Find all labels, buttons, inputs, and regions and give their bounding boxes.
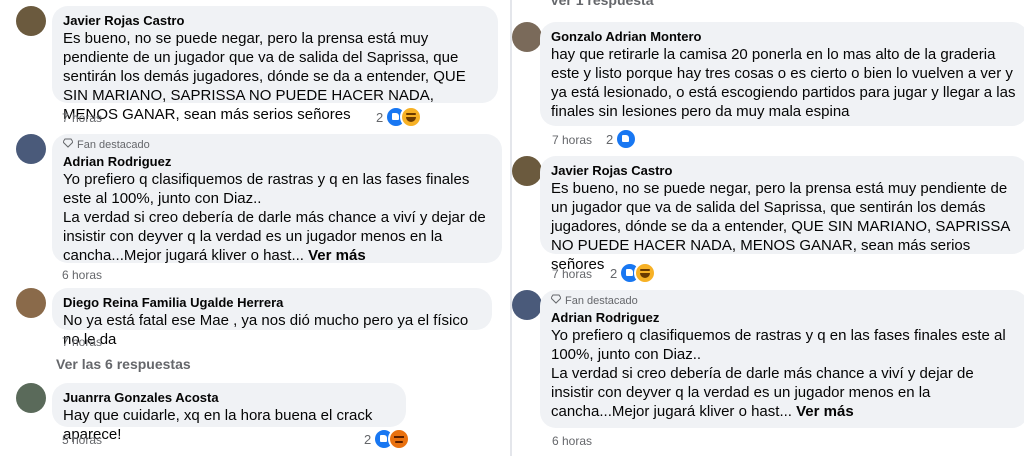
comment-author[interactable]: Adrian Rodriguez bbox=[63, 153, 491, 170]
badge-label: Fan destacado bbox=[565, 294, 638, 307]
diamond-icon bbox=[550, 294, 562, 308]
comment-bubble: Diego Reina Familia Ugalde Herrera No ya… bbox=[52, 288, 492, 348]
see-more-link[interactable]: Ver más bbox=[796, 403, 854, 420]
avatar[interactable] bbox=[16, 6, 46, 36]
comment-author[interactable]: Javier Rojas Castro bbox=[551, 162, 1017, 179]
fan-badge: Fan destacado bbox=[550, 294, 1017, 308]
comment-author[interactable]: Gonzalo Adrian Montero bbox=[551, 28, 1017, 45]
reaction-summary[interactable]: 2 bbox=[610, 262, 657, 284]
comment-text: No ya está fatal ese Mae , ya nos dió mu… bbox=[63, 312, 469, 348]
reaction-count: 2 bbox=[606, 131, 614, 147]
comment-body: Yo prefiero q clasifiquemos de rastras y… bbox=[63, 171, 486, 264]
reaction-summary[interactable]: 2 bbox=[606, 128, 638, 150]
view-reply-link[interactable]: Ver 1 respuesta bbox=[550, 0, 654, 8]
comment-time[interactable]: 7 horas bbox=[62, 335, 102, 349]
comment-time[interactable]: 6 horas bbox=[552, 434, 592, 448]
comment-time[interactable]: 6 horas bbox=[62, 268, 102, 282]
comment-author[interactable]: Adrian Rodriguez bbox=[551, 309, 1017, 326]
comment-author[interactable]: Javier Rojas Castro bbox=[63, 12, 487, 29]
left-comments-column: Javier Rojas Castro Es bueno, no se pued… bbox=[0, 0, 512, 456]
avatar[interactable] bbox=[512, 290, 542, 320]
comment-body: Yo prefiero q clasifiquemos de rastras y… bbox=[551, 327, 1006, 420]
badge-label: Fan destacado bbox=[77, 138, 150, 151]
reaction-summary[interactable]: 2 bbox=[376, 106, 423, 128]
comment-bubble: Fan destacado Adrian Rodriguez Yo prefie… bbox=[540, 290, 1024, 428]
comment-text: hay que retirarle la camisa 20 ponerla e… bbox=[551, 46, 1016, 120]
reaction-count: 2 bbox=[610, 265, 618, 281]
comment-text: Es bueno, no se puede negar, pero la pre… bbox=[551, 180, 1010, 273]
comment-author[interactable]: Diego Reina Familia Ugalde Herrera bbox=[63, 294, 481, 311]
comment-time[interactable]: 7 horas bbox=[552, 133, 592, 147]
comment-time[interactable]: 5 horas bbox=[62, 433, 102, 447]
haha-reaction-icon bbox=[400, 106, 423, 128]
reaction-count: 2 bbox=[364, 431, 372, 447]
view-replies-link[interactable]: Ver las 6 respuestas bbox=[56, 356, 191, 372]
comment-author[interactable]: Juanrra Gonzales Acosta bbox=[63, 389, 395, 406]
comment-bubble: Juanrra Gonzales Acosta Hay que cuidarle… bbox=[52, 383, 406, 443]
comment-time[interactable]: 7 horas bbox=[552, 267, 592, 281]
avatar[interactable] bbox=[16, 383, 46, 413]
avatar[interactable] bbox=[512, 22, 542, 52]
like-reaction-icon bbox=[615, 128, 638, 150]
avatar[interactable] bbox=[512, 156, 542, 186]
comment-time[interactable]: 7 horas bbox=[62, 111, 102, 125]
see-more-link[interactable]: Ver más bbox=[308, 247, 366, 264]
haha-reaction-icon bbox=[634, 262, 657, 284]
fan-badge: Fan destacado bbox=[62, 138, 491, 152]
comment-bubble: Gonzalo Adrian Montero hay que retirarle… bbox=[540, 22, 1024, 126]
reaction-count: 2 bbox=[376, 109, 384, 125]
comment-text: Yo prefiero q clasifiquemos de rastras y… bbox=[63, 170, 491, 265]
comment-bubble: Fan destacado Adrian Rodriguez Yo prefie… bbox=[52, 134, 502, 265]
diamond-icon bbox=[62, 138, 74, 152]
right-comments-column: Ver 1 respuesta Gonzalo Adrian Montero h… bbox=[512, 0, 1024, 456]
avatar[interactable] bbox=[16, 288, 46, 318]
avatar[interactable] bbox=[16, 134, 46, 164]
comment-text: Es bueno, no se puede negar, pero la pre… bbox=[63, 30, 466, 123]
angry-reaction-icon bbox=[388, 428, 411, 450]
comment-bubble: Javier Rojas Castro Es bueno, no se pued… bbox=[52, 6, 498, 123]
comment-text: Yo prefiero q clasifiquemos de rastras y… bbox=[551, 326, 1017, 421]
reaction-summary[interactable]: 2 bbox=[364, 428, 411, 450]
comment-text: Hay que cuidarle, xq en la hora buena el… bbox=[63, 407, 373, 443]
comment-bubble: Javier Rojas Castro Es bueno, no se pued… bbox=[540, 156, 1024, 273]
